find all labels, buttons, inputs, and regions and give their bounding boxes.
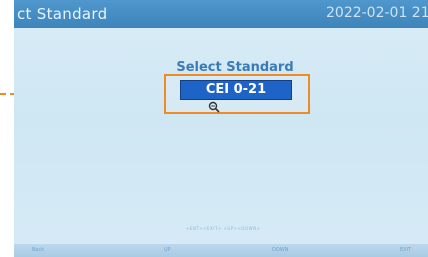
softkey-back[interactable]: Back xyxy=(32,247,44,253)
magnifier-icon xyxy=(208,101,220,113)
softkey-bar: Back UP DOWN EXIT xyxy=(14,244,428,257)
softkey-down[interactable]: DOWN xyxy=(272,247,288,253)
device-screen: ct Standard 2022-02-01 21 Select Standar… xyxy=(14,0,428,257)
title-bar: ct Standard 2022-02-01 21 xyxy=(14,0,428,28)
key-hint: <ENT><EXIT> <UP><DOWN> xyxy=(186,226,261,231)
select-standard-heading: Select Standard xyxy=(176,60,294,75)
date-time: 2022-02-01 21 xyxy=(326,5,428,21)
standard-selector[interactable]: CEI 0-21 xyxy=(180,80,292,100)
softkey-exit[interactable]: EXIT xyxy=(400,247,411,253)
screen-title: ct Standard xyxy=(17,5,108,23)
softkey-up[interactable]: UP xyxy=(164,247,171,253)
